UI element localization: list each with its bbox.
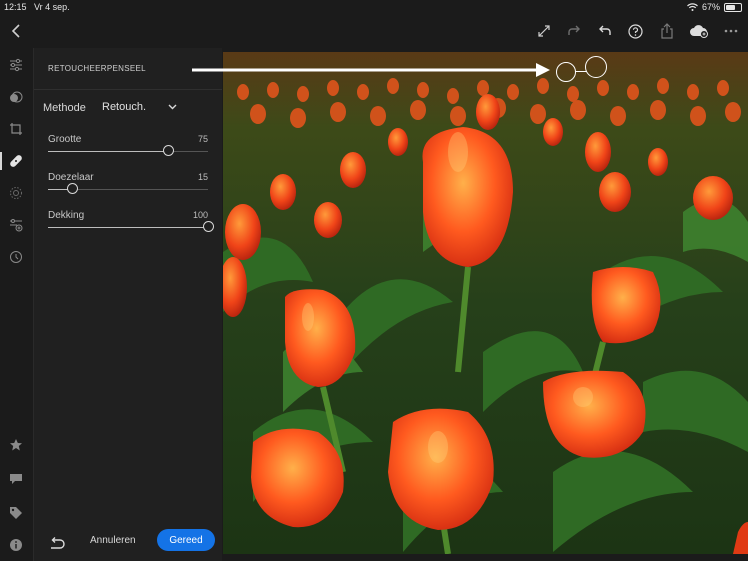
healing-panel: RETOUCHEERPENSEEL Methode Retouch. Groot…	[34, 48, 222, 561]
healing-brush-icon[interactable]	[0, 150, 27, 172]
help-icon[interactable]	[624, 20, 646, 42]
tulip-field-photo	[223, 52, 748, 554]
history-icon[interactable]	[5, 246, 27, 268]
feather-value: 15	[197, 172, 208, 182]
undo-icon[interactable]	[594, 20, 616, 42]
status-right: 67%	[687, 2, 742, 12]
keywords-icon[interactable]	[5, 502, 27, 524]
feather-label: Doezelaar	[48, 172, 94, 183]
rating-icon[interactable]	[5, 434, 27, 456]
presets-icon[interactable]	[5, 86, 27, 108]
info-icon[interactable]	[5, 534, 27, 556]
opacity-label: Dekking	[48, 210, 85, 221]
feather-thumb[interactable]	[67, 183, 78, 194]
status-bar: 12:15 Vr 4 sep. 67%	[0, 0, 748, 14]
brush-source-cursor[interactable]	[556, 62, 576, 82]
opacity-fill	[48, 227, 208, 228]
more-icon[interactable]	[720, 20, 742, 42]
opacity-value: 100	[192, 210, 208, 220]
wifi-icon	[687, 3, 698, 11]
fullscreen-icon[interactable]	[533, 20, 555, 42]
panel-footer: Annuleren Gereed	[34, 527, 222, 561]
battery-fill	[726, 4, 736, 10]
reset-icon[interactable]	[48, 534, 66, 552]
status-date: Vr 4 sep.	[34, 2, 70, 12]
panel-title: RETOUCHEERPENSEEL	[48, 64, 146, 73]
cancel-button[interactable]: Annuleren	[90, 535, 136, 546]
method-label: Methode	[43, 102, 86, 114]
size-value: 75	[197, 134, 208, 144]
top-toolbar	[0, 14, 748, 48]
annotation-arrow	[192, 63, 550, 77]
photo-canvas[interactable]	[223, 52, 748, 554]
chevron-down-icon	[168, 104, 177, 110]
app-window: 12:15 Vr 4 sep. 67% RETOUCHEERPENSEEL Me…	[0, 0, 748, 561]
cloud-sync-icon[interactable]	[688, 20, 710, 42]
share-icon[interactable]	[656, 20, 678, 42]
brush-target-cursor[interactable]	[585, 56, 607, 78]
method-value: Retouch.	[102, 101, 147, 113]
size-thumb[interactable]	[163, 145, 174, 156]
battery-icon	[724, 2, 742, 12]
versions-icon[interactable]	[5, 214, 27, 236]
back-chevron-icon[interactable]	[5, 20, 27, 42]
panel-divider	[34, 89, 222, 90]
done-button[interactable]: Gereed	[157, 529, 215, 551]
edit-sliders-icon[interactable]	[5, 54, 27, 76]
comments-icon[interactable]	[5, 468, 27, 490]
battery-percent: 67%	[701, 2, 720, 12]
method-dropdown[interactable]: Retouch.	[102, 101, 177, 113]
opacity-thumb[interactable]	[203, 221, 214, 232]
crop-icon[interactable]	[5, 118, 27, 140]
tool-rail	[0, 48, 34, 561]
status-time: 12:15	[4, 2, 27, 12]
size-label: Grootte	[48, 134, 82, 145]
redo-icon[interactable]	[563, 20, 585, 42]
selective-icon[interactable]	[5, 182, 27, 204]
size-fill	[48, 151, 168, 152]
